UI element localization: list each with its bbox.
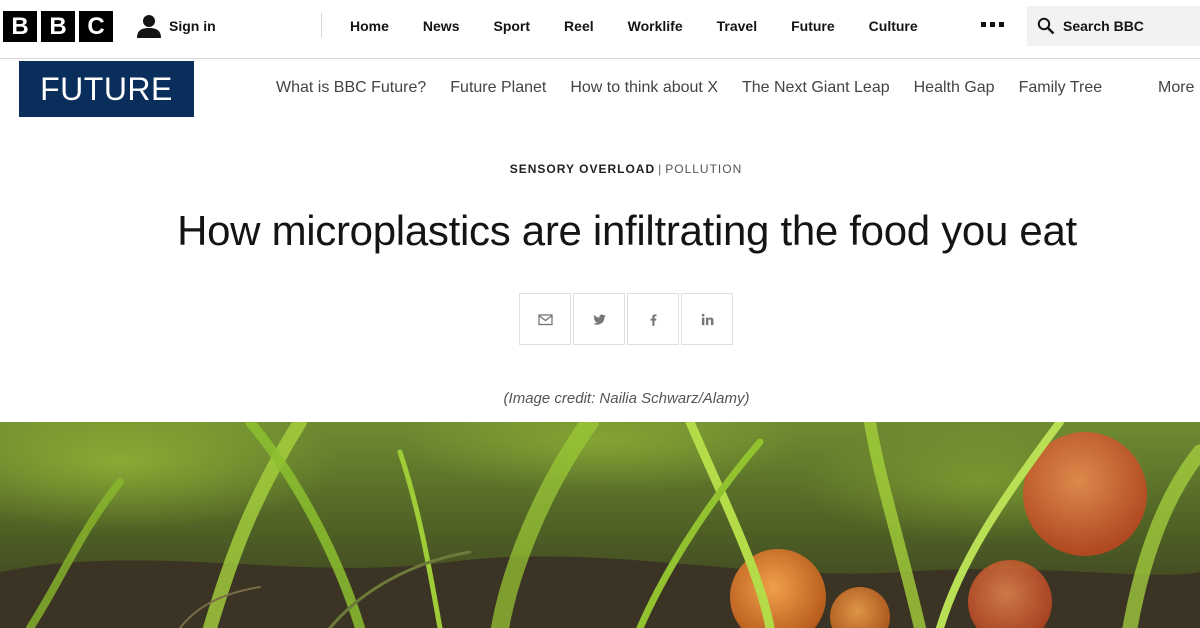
global-header: B B C Sign in Home News Sport Reel Workl… (0, 0, 1200, 59)
image-credit: (Image credit: Nailia Schwarz/Alamy) (503, 390, 750, 407)
nav-reel[interactable]: Reel (547, 0, 611, 52)
facebook-icon (650, 313, 656, 326)
sign-in-label: Sign in (169, 18, 216, 34)
search-label: Search BBC (1063, 18, 1144, 34)
hero-image-art (0, 422, 1200, 628)
dot (999, 22, 1004, 27)
share-facebook-button[interactable] (627, 293, 679, 345)
kicker-series-link[interactable]: SENSORY OVERLOAD (510, 162, 655, 176)
global-nav: Home News Sport Reel Worklife Travel Fut… (333, 0, 935, 52)
future-section-logo[interactable]: FUTURE (19, 61, 194, 117)
kicker-topic-link[interactable]: POLLUTION (665, 162, 742, 176)
twitter-icon (592, 314, 606, 325)
more-dots-icon[interactable] (981, 22, 1004, 27)
nav-sport[interactable]: Sport (476, 0, 547, 52)
section-nav-next-giant-leap[interactable]: The Next Giant Leap (730, 66, 902, 110)
section-nav-family-tree[interactable]: Family Tree (1007, 66, 1115, 110)
nav-culture[interactable]: Culture (852, 0, 935, 52)
section-nav-how-to-think-about-x[interactable]: How to think about X (558, 66, 730, 110)
share-tools (519, 293, 733, 345)
user-icon (137, 15, 161, 38)
section-nav: What is BBC Future? Future Planet How to… (264, 66, 1114, 110)
section-nav-what-is-bbc-future[interactable]: What is BBC Future? (264, 66, 438, 110)
header-divider (321, 13, 322, 38)
bbc-logo-letter-b2: B (41, 11, 75, 42)
nav-news[interactable]: News (406, 0, 477, 52)
share-twitter-button[interactable] (573, 293, 625, 345)
nav-worklife[interactable]: Worklife (611, 0, 700, 52)
dot (990, 22, 995, 27)
article-kicker: SENSORY OVERLOAD | POLLUTION (0, 162, 1200, 176)
kicker-separator: | (658, 162, 663, 176)
share-linkedin-button[interactable] (681, 293, 733, 345)
dot (981, 22, 986, 27)
bbc-logo-letter-c: C (79, 11, 113, 42)
section-nav-more[interactable]: More (1150, 66, 1200, 110)
bbc-logo-letter-b1: B (3, 11, 37, 42)
nav-home[interactable]: Home (333, 0, 406, 52)
section-nav-health-gap[interactable]: Health Gap (902, 66, 1007, 110)
nav-future[interactable]: Future (774, 0, 852, 52)
section-nav-future-planet[interactable]: Future Planet (438, 66, 558, 110)
search-box[interactable]: Search BBC (1027, 6, 1200, 46)
nav-travel[interactable]: Travel (700, 0, 774, 52)
article-headline: How microplastics are infiltrating the f… (177, 207, 1077, 254)
share-email-button[interactable] (519, 293, 571, 345)
bbc-logo[interactable]: B B C (3, 11, 113, 42)
hero-image (0, 422, 1200, 628)
email-icon (537, 313, 553, 325)
linkedin-icon (701, 313, 713, 325)
sign-in-button[interactable]: Sign in (136, 13, 216, 39)
search-icon (1037, 17, 1055, 35)
